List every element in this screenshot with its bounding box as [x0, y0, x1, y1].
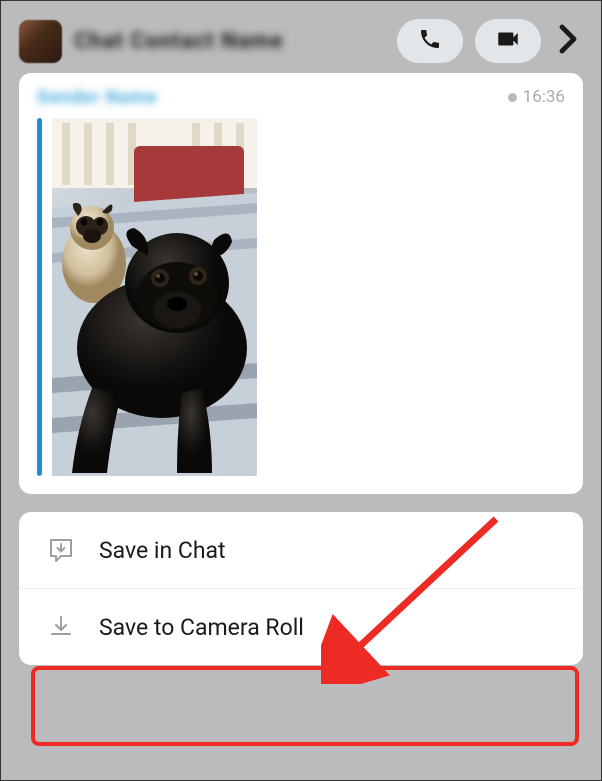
contact-avatar[interactable] — [19, 20, 62, 63]
context-menu: Save in Chat Save to Camera Roll — [19, 512, 583, 665]
save-in-chat-option[interactable]: Save in Chat — [19, 512, 583, 588]
annotation-highlight — [31, 666, 579, 746]
save-to-camera-roll-option[interactable]: Save to Camera Roll — [19, 588, 583, 665]
download-icon — [45, 611, 77, 643]
phone-icon — [418, 27, 442, 55]
video-icon — [495, 26, 521, 56]
chat-header: Chat Contact Name — [1, 1, 601, 73]
message-accent-bar — [37, 118, 42, 476]
snap-image[interactable] — [52, 118, 257, 476]
sender-name: Sender Name — [37, 87, 157, 108]
chat-message-card: Sender Name 16:36 — [19, 73, 583, 494]
message-timestamp: 16:36 — [508, 87, 565, 107]
save-in-chat-label: Save in Chat — [99, 537, 226, 564]
chevron-right-icon — [559, 24, 577, 58]
save-chat-icon — [45, 534, 77, 566]
timestamp-text: 16:36 — [523, 87, 565, 107]
audio-call-button[interactable] — [397, 19, 463, 63]
status-dot-icon — [508, 93, 517, 102]
video-call-button[interactable] — [475, 19, 541, 63]
contact-name[interactable]: Chat Contact Name — [74, 29, 385, 54]
forward-button[interactable] — [553, 24, 583, 58]
save-to-camera-roll-label: Save to Camera Roll — [99, 614, 304, 641]
